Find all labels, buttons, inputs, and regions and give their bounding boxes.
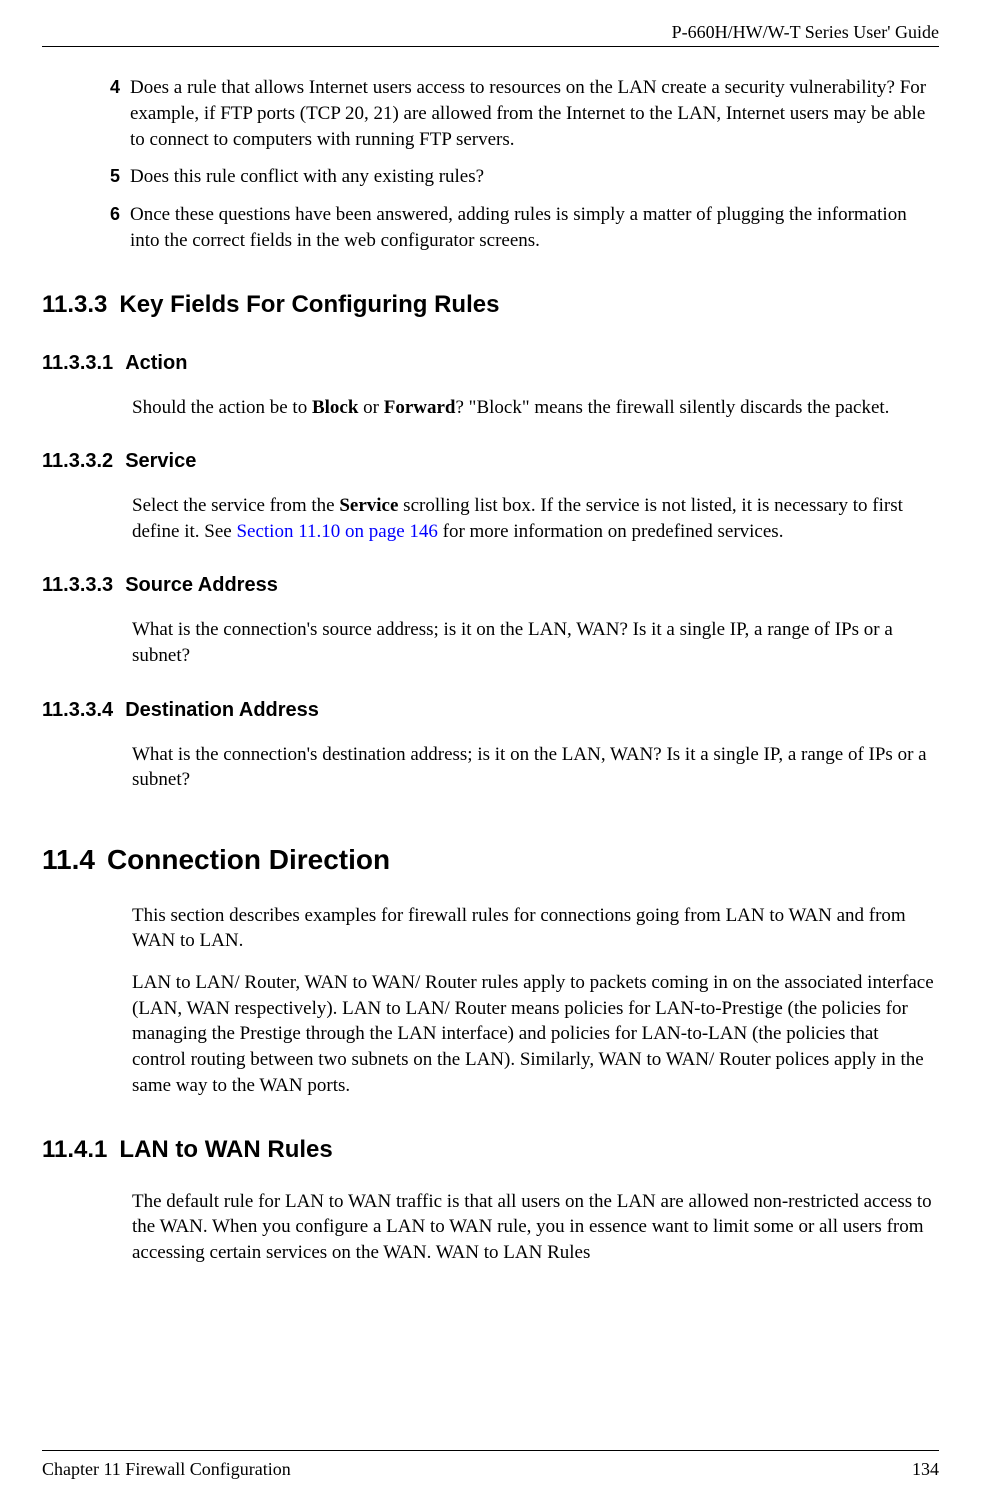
heading-11-3-3-4: 11.3.3.4 Destination Address	[42, 697, 939, 724]
text-fragment: for more information on predefined servi…	[438, 521, 784, 542]
section-number: 11.3.3.4	[42, 699, 113, 721]
item-text-5: Does this rule conflict with any existin…	[130, 164, 939, 190]
footer-page-number: 134	[912, 1457, 939, 1481]
section-title: Action	[125, 352, 187, 374]
bold-service: Service	[339, 495, 398, 516]
heading-11-3-3: 11.3.3 Key Fields For Configuring Rules	[42, 289, 939, 321]
section-title: LAN to WAN Rules	[119, 1136, 332, 1163]
page-footer: Chapter 11 Firewall Configuration 134	[42, 1450, 939, 1481]
bold-forward: Forward	[384, 397, 456, 418]
section-title: Key Fields For Configuring Rules	[119, 291, 499, 318]
guide-title: P-660H/HW/W-T Series User' Guide	[672, 22, 939, 42]
page-content: 4 Does a rule that allows Internet users…	[42, 75, 939, 1265]
section-number: 11.4.1	[42, 1136, 107, 1163]
item-number-6: 6	[110, 202, 130, 253]
list-item: 5 Does this rule conflict with any exist…	[42, 164, 939, 190]
list-item: 6 Once these questions have been answere…	[42, 202, 939, 253]
paragraph-source-address: What is the connection's source address;…	[42, 617, 939, 668]
heading-11-4-1: 11.4.1 LAN to WAN Rules	[42, 1134, 939, 1166]
item-text-4: Does a rule that allows Internet users a…	[130, 75, 939, 152]
list-item: 4 Does a rule that allows Internet users…	[42, 75, 939, 152]
paragraph-connection-direction-2: LAN to LAN/ Router, WAN to WAN/ Router r…	[42, 970, 939, 1098]
footer-chapter: Chapter 11 Firewall Configuration	[42, 1457, 291, 1481]
item-text-6: Once these questions have been answered,…	[130, 202, 939, 253]
heading-11-3-3-3: 11.3.3.3 Source Address	[42, 572, 939, 599]
link-section-11-10[interactable]: Section 11.10 on page 146	[236, 521, 437, 542]
page-header: P-660H/HW/W-T Series User' Guide	[42, 20, 939, 47]
section-number: 11.4	[42, 844, 95, 875]
section-title: Service	[125, 450, 196, 472]
section-number: 11.3.3.1	[42, 352, 113, 374]
paragraph-service: Select the service from the Service scro…	[42, 493, 939, 544]
section-title: Source Address	[125, 574, 278, 596]
section-title: Connection Direction	[107, 844, 390, 875]
section-title: Destination Address	[125, 699, 319, 721]
text-fragment: ? "Block" means the firewall silently di…	[456, 397, 890, 418]
item-number-4: 4	[110, 75, 130, 152]
text-fragment: Should the action be to	[132, 397, 312, 418]
section-number: 11.3.3	[42, 291, 107, 318]
heading-11-3-3-2: 11.3.3.2 Service	[42, 448, 939, 475]
section-number: 11.3.3.2	[42, 450, 113, 472]
paragraph-lan-to-wan: The default rule for LAN to WAN traffic …	[42, 1189, 939, 1266]
item-number-5: 5	[110, 164, 130, 190]
paragraph-destination-address: What is the connection's destination add…	[42, 742, 939, 793]
heading-11-4: 11.4 Connection Direction	[42, 841, 939, 879]
paragraph-action: Should the action be to Block or Forward…	[42, 395, 939, 421]
heading-11-3-3-1: 11.3.3.1 Action	[42, 350, 939, 377]
bold-block: Block	[312, 397, 358, 418]
section-number: 11.3.3.3	[42, 574, 113, 596]
text-fragment: Select the service from the	[132, 495, 339, 516]
text-fragment: or	[358, 397, 383, 418]
paragraph-connection-direction-1: This section describes examples for fire…	[42, 903, 939, 954]
